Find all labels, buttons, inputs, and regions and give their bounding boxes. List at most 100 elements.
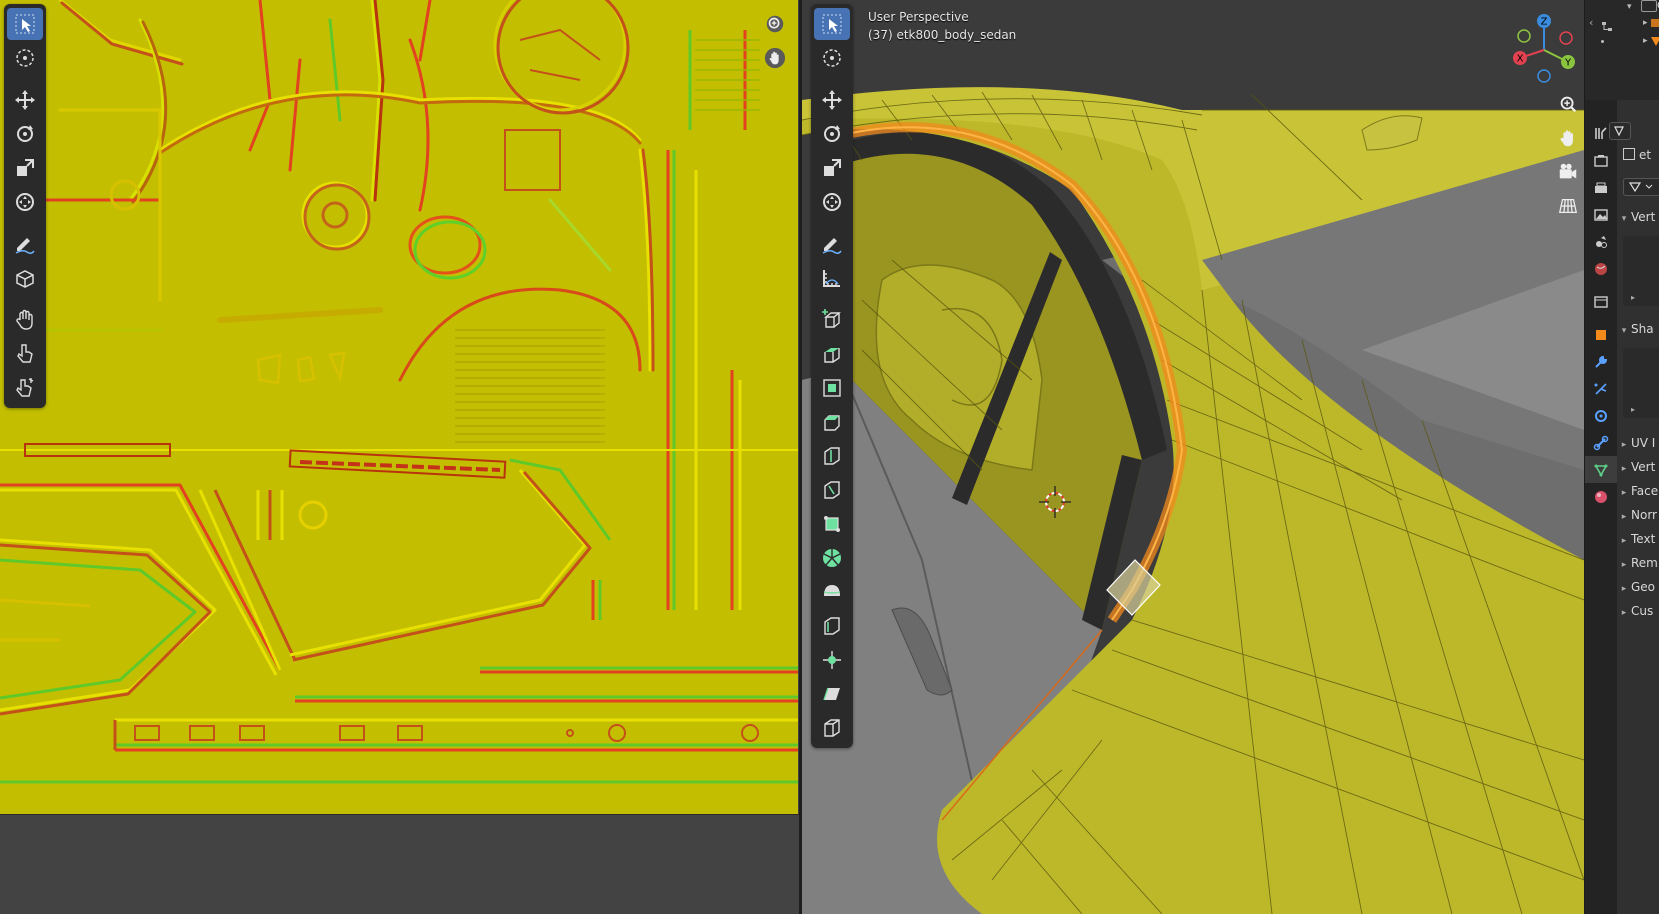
shrink-fatten-tool[interactable]	[814, 644, 850, 676]
camera-view-button[interactable]	[1554, 158, 1582, 186]
select-box-tool[interactable]	[7, 8, 43, 40]
tab-collection[interactable]	[1585, 288, 1617, 315]
inset-icon	[823, 379, 841, 397]
scale-tool[interactable]	[814, 152, 850, 184]
poly-build-tool[interactable]	[814, 508, 850, 540]
add-cube-tool[interactable]	[814, 304, 850, 336]
view-mode-text: User Perspective	[868, 10, 969, 24]
loop-cut-tool[interactable]	[814, 440, 850, 472]
section-vertex-colors[interactable]: ▸ Vert	[1617, 460, 1659, 474]
cursor-tool[interactable]	[7, 42, 43, 74]
section-normals[interactable]: ▸ Norr	[1617, 508, 1659, 522]
edge-slide-icon	[824, 617, 840, 635]
bevel-tool[interactable]	[814, 406, 850, 438]
collapse-arrow-icon: ▸	[1621, 536, 1627, 546]
tab-particles[interactable]	[1585, 375, 1617, 402]
section-geometry-data[interactable]: ▸ Geo	[1617, 580, 1659, 594]
outliner-area[interactable]: ‹ ▾ C ▸ ▸	[1585, 0, 1659, 101]
tab-material[interactable]	[1585, 483, 1617, 510]
measure-tool[interactable]	[814, 262, 850, 294]
camera-icon	[1559, 163, 1577, 179]
section-shape-keys[interactable]: ▾ Sha	[1617, 322, 1659, 336]
mesh-name-label: et	[1639, 148, 1652, 162]
tab-object-data[interactable]	[1585, 456, 1617, 483]
tab-world[interactable]	[1585, 255, 1617, 282]
collapse-arrow-icon: ▸	[1621, 440, 1627, 450]
shear-tool[interactable]	[814, 678, 850, 710]
outliner-expand-icon[interactable]: ▾	[1627, 2, 1632, 12]
tab-scene[interactable]	[1585, 228, 1617, 255]
rotate-tool[interactable]	[814, 118, 850, 150]
ruler-icon	[823, 270, 840, 287]
transform-tool[interactable]	[7, 186, 43, 218]
move-tool[interactable]	[814, 84, 850, 116]
pinch-tool[interactable]	[7, 372, 43, 404]
perspective-toggle-button[interactable]	[1554, 192, 1582, 220]
tree-arrow-icon[interactable]: ▸	[1643, 18, 1648, 28]
grab-uv-tool[interactable]	[7, 262, 43, 294]
normal-map-texture[interactable]	[0, 0, 798, 814]
hierarchy-icon	[1601, 18, 1613, 31]
collapse-arrow-icon: ▸	[1621, 608, 1627, 618]
shrink-fatten-icon	[823, 651, 841, 669]
cursor-tool[interactable]	[814, 42, 850, 74]
collapse-arrow-icon[interactable]: ‹	[1589, 16, 1593, 29]
pan-button[interactable]	[761, 44, 789, 72]
rotate-tool[interactable]	[7, 118, 43, 150]
knife-tool[interactable]	[814, 474, 850, 506]
zoom-button[interactable]	[1554, 90, 1582, 118]
mesh-name-field[interactable]: et	[1617, 148, 1659, 162]
cursor-icon	[823, 49, 841, 67]
move-tool[interactable]	[7, 84, 43, 116]
navigation-gizmo[interactable]: Z Y X	[1498, 12, 1584, 88]
3d-viewport[interactable]: User Perspective (37) etk800_body_sedan	[802, 0, 1584, 914]
uv-editor-empty-area	[0, 814, 799, 914]
move-icon	[822, 90, 842, 110]
pencil-icon	[822, 238, 842, 255]
data-browse-dropdown[interactable]	[1609, 122, 1631, 140]
grab-tool[interactable]	[7, 304, 43, 336]
relax-tool[interactable]	[7, 338, 43, 370]
expand-arrow-icon: ▾	[1621, 214, 1627, 224]
tab-view-layer[interactable]	[1585, 201, 1617, 228]
vertex-groups-list[interactable]: ▸	[1623, 236, 1659, 306]
tool-icon	[1595, 126, 1607, 139]
rip-region-tool[interactable]	[814, 712, 850, 744]
section-remesh[interactable]: ▸ Rem	[1617, 556, 1659, 570]
tree-arrow-icon[interactable]: ▸	[1643, 36, 1648, 46]
rotate-icon	[17, 125, 33, 142]
select-box-tool[interactable]	[814, 8, 850, 40]
zoom-button[interactable]	[761, 10, 789, 38]
inset-tool[interactable]	[814, 372, 850, 404]
spin-tool[interactable]	[814, 542, 850, 574]
mesh-select-dropdown[interactable]	[1623, 178, 1659, 196]
edge-slide-tool[interactable]	[814, 610, 850, 642]
uv-editor[interactable]	[0, 0, 799, 914]
section-texture-space[interactable]: ▸ Text	[1617, 532, 1659, 546]
section-uv-maps[interactable]: ▸ UV I	[1617, 436, 1659, 450]
car-mesh-scene[interactable]	[802, 0, 1584, 914]
tab-render[interactable]	[1585, 147, 1617, 174]
world-icon	[1595, 262, 1607, 275]
list-resize-icon[interactable]: ▸	[1631, 405, 1635, 414]
shape-keys-list[interactable]: ▸	[1623, 348, 1659, 418]
tab-object[interactable]	[1585, 321, 1617, 348]
extrude-tool[interactable]	[814, 338, 850, 370]
section-vertex-groups[interactable]: ▾ Vert	[1617, 210, 1659, 224]
transform-tool[interactable]	[814, 186, 850, 218]
tab-physics[interactable]	[1585, 402, 1617, 429]
section-custom-properties[interactable]: ▸ Cus	[1617, 604, 1659, 618]
annotate-tool[interactable]	[7, 228, 43, 260]
scale-icon	[17, 159, 34, 176]
pan-button[interactable]	[1554, 124, 1582, 152]
tab-output[interactable]	[1585, 174, 1617, 201]
smooth-tool[interactable]	[814, 576, 850, 608]
tab-constraints[interactable]	[1585, 429, 1617, 456]
hand-icon	[16, 309, 33, 330]
tab-modifiers[interactable]	[1585, 348, 1617, 375]
section-face-maps[interactable]: ▸ Face	[1617, 484, 1659, 498]
list-resize-icon[interactable]: ▸	[1631, 293, 1635, 302]
scale-tool[interactable]	[7, 152, 43, 184]
spin-icon	[823, 549, 841, 567]
annotate-tool[interactable]	[814, 228, 850, 260]
